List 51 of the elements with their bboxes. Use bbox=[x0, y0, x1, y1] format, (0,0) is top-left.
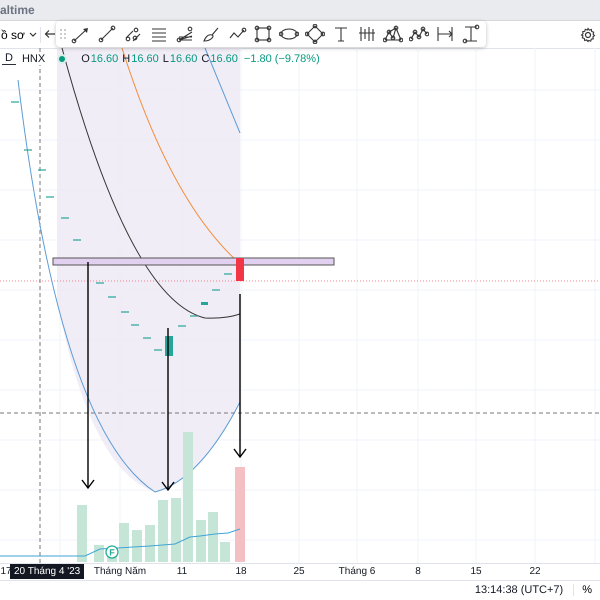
volume-bar bbox=[208, 512, 218, 562]
ohlc-value: L16.60 bbox=[162, 52, 198, 64]
time-axis-label: 18 bbox=[235, 566, 247, 577]
volume-bar bbox=[119, 523, 129, 562]
candle bbox=[201, 302, 208, 305]
candle-tick bbox=[73, 239, 81, 241]
candle-tick bbox=[24, 149, 32, 151]
ohlc-value: O16.60 bbox=[81, 52, 118, 64]
time-axis-label: 22 bbox=[529, 566, 541, 577]
volume-bar bbox=[220, 542, 230, 562]
percent-scale-button[interactable]: % bbox=[573, 584, 600, 596]
caret-icon bbox=[28, 32, 37, 37]
volume-bar bbox=[77, 505, 87, 562]
candle-tick bbox=[121, 311, 129, 313]
candle-tick bbox=[212, 289, 220, 291]
ohlc-value: C16.60 bbox=[201, 52, 238, 64]
exchange-label: HNX bbox=[20, 52, 48, 64]
candle-tick bbox=[143, 337, 151, 339]
time-axis-label: Tháng Năm bbox=[94, 566, 146, 577]
candle-tick bbox=[38, 169, 46, 171]
time-axis-label: 8 bbox=[415, 566, 421, 577]
volume-bar bbox=[132, 530, 142, 562]
volume-bar bbox=[94, 545, 104, 562]
time-axis-label: 15 bbox=[470, 566, 482, 577]
candle-tick bbox=[46, 196, 54, 198]
volume-bar bbox=[158, 500, 168, 562]
volume-bar bbox=[196, 520, 206, 562]
candle-tick bbox=[11, 101, 19, 103]
rotated-rectangle-icon[interactable] bbox=[303, 23, 326, 45]
candle-tick bbox=[224, 273, 232, 275]
status-dot bbox=[59, 56, 66, 62]
candle bbox=[236, 258, 244, 281]
time-axis-label: Tháng 6 bbox=[338, 566, 376, 577]
interval-button[interactable]: D bbox=[2, 52, 16, 65]
crosshair-date-label: 20 Tháng 4 '23 bbox=[10, 564, 84, 579]
candle-tick bbox=[190, 315, 198, 317]
candle-tick bbox=[61, 217, 69, 219]
clock-time: 13:14:38 (UTC+7) bbox=[474, 584, 564, 596]
candle-tick bbox=[131, 324, 139, 326]
volume-bar bbox=[171, 498, 181, 562]
candle-tick bbox=[108, 296, 116, 298]
drag-handle-icon[interactable] bbox=[60, 29, 66, 39]
candle-tick bbox=[154, 349, 162, 351]
candle-tick bbox=[178, 325, 186, 327]
window-title: altime bbox=[0, 3, 35, 17]
price-change: −1.80 (−9.78%) bbox=[244, 52, 320, 64]
time-axis-label: 11 bbox=[176, 566, 188, 577]
candle-tick bbox=[96, 282, 104, 284]
profile-dropdown[interactable]: ồ sơ bbox=[0, 28, 39, 42]
volume-bar bbox=[145, 525, 155, 562]
time-axis-label: 25 bbox=[293, 566, 305, 577]
